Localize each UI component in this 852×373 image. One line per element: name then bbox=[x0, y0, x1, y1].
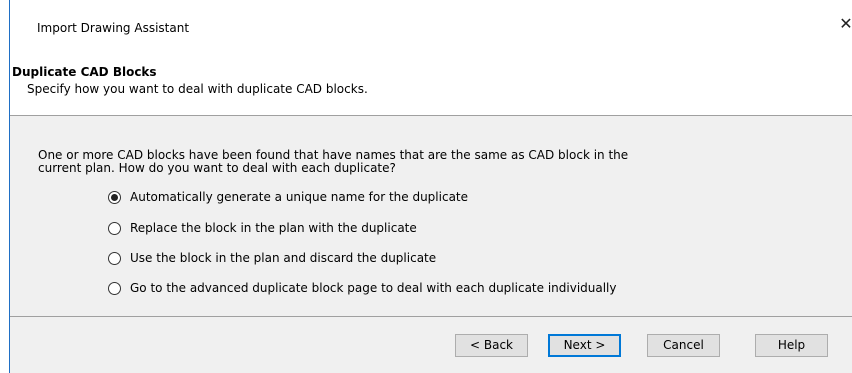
option-label: Replace the block in the plan with the d… bbox=[130, 221, 417, 235]
page-header: Duplicate CAD Blocks Specify how you wan… bbox=[10, 46, 852, 115]
title-bar: Import Drawing Assistant ✕ bbox=[10, 0, 852, 46]
option-label: Use the block in the plan and discard th… bbox=[130, 251, 437, 265]
page-title: Duplicate CAD Blocks bbox=[12, 65, 157, 79]
option-replace-block[interactable]: Replace the block in the plan with the d… bbox=[108, 219, 417, 237]
next-button[interactable]: Next > bbox=[548, 334, 621, 357]
radio-button[interactable] bbox=[108, 190, 121, 204]
cancel-button[interactable]: Cancel bbox=[647, 334, 720, 357]
question-text: One or more CAD blocks have been found t… bbox=[38, 148, 629, 175]
button-bar: < Back Next > Cancel Help bbox=[10, 317, 852, 373]
window-title: Import Drawing Assistant bbox=[37, 21, 190, 35]
radio-button[interactable] bbox=[108, 281, 121, 295]
option-label: Automatically generate a unique name for… bbox=[130, 190, 469, 204]
option-advanced-page[interactable]: Go to the advanced duplicate block page … bbox=[108, 279, 617, 297]
import-drawing-assistant-window: Import Drawing Assistant ✕ Duplicate CAD… bbox=[9, 0, 852, 373]
radio-button[interactable] bbox=[108, 221, 121, 235]
help-button[interactable]: Help bbox=[755, 334, 828, 357]
close-icon[interactable]: ✕ bbox=[836, 14, 852, 34]
back-button[interactable]: < Back bbox=[455, 334, 528, 357]
option-auto-generate-name[interactable]: Automatically generate a unique name for… bbox=[108, 188, 468, 206]
option-use-plan-block[interactable]: Use the block in the plan and discard th… bbox=[108, 249, 436, 267]
content-panel: One or more CAD blocks have been found t… bbox=[10, 116, 852, 316]
option-label: Go to the advanced duplicate block page … bbox=[130, 281, 617, 295]
page-subtitle: Specify how you want to deal with duplic… bbox=[27, 82, 368, 96]
radio-button[interactable] bbox=[108, 251, 121, 265]
